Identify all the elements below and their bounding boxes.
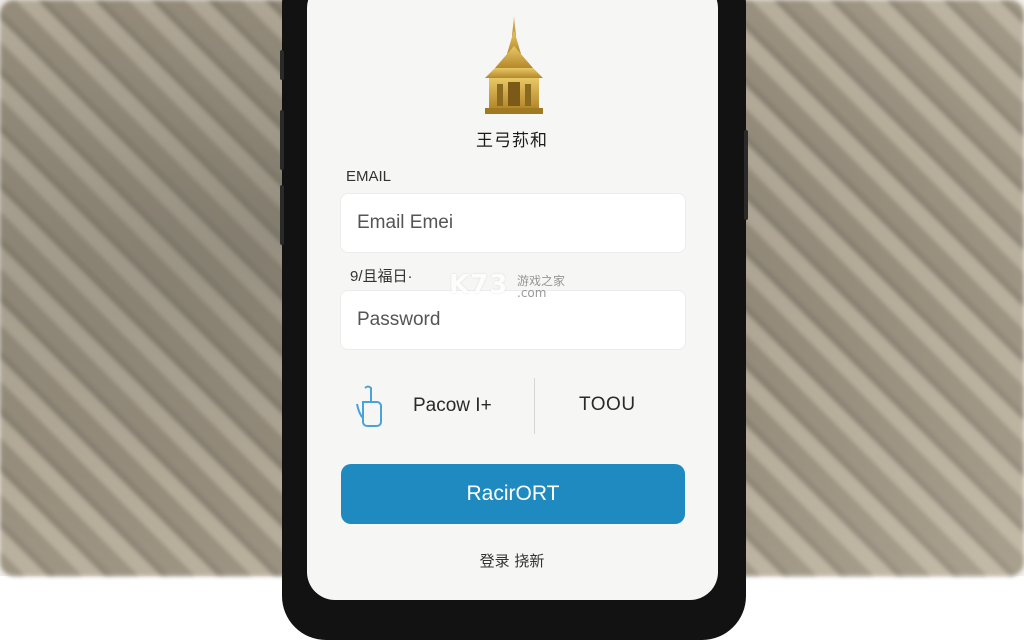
touch-hand-icon [355, 384, 387, 428]
email-value: Email Emei [357, 212, 454, 233]
secondary-option-label: TOOU [579, 394, 636, 415]
k73-watermark: K73 游戏之家 .com [449, 270, 589, 306]
register-link[interactable]: 登录 挠新 [412, 550, 612, 571]
email-label: EMAIL [346, 168, 392, 185]
phone-power-button [744, 130, 748, 220]
phone-volume-down [280, 185, 284, 245]
watermark-domain: .com [517, 286, 547, 300]
touch-option-label: Pacow I+ [413, 395, 492, 416]
app-title: 王弓荪和 [476, 131, 548, 151]
phone-side-button [280, 50, 284, 80]
temple-logo-icon [483, 16, 545, 114]
password-placeholder: Password [357, 309, 441, 330]
touch-option-button[interactable]: Pacow I+ [355, 384, 535, 428]
primary-button-label: RacirORT [466, 482, 560, 505]
primary-login-button[interactable]: RacirORT [341, 464, 685, 524]
option-row: Pacow I+ TOOU [341, 378, 685, 434]
email-field[interactable]: Email Emei [341, 194, 685, 252]
password-label: 9/且福日· [350, 268, 413, 285]
phone-volume-up [280, 110, 284, 170]
secondary-option-button[interactable]: TOOU [579, 394, 636, 416]
watermark-brand: K73 [449, 270, 509, 300]
option-divider [534, 378, 535, 434]
